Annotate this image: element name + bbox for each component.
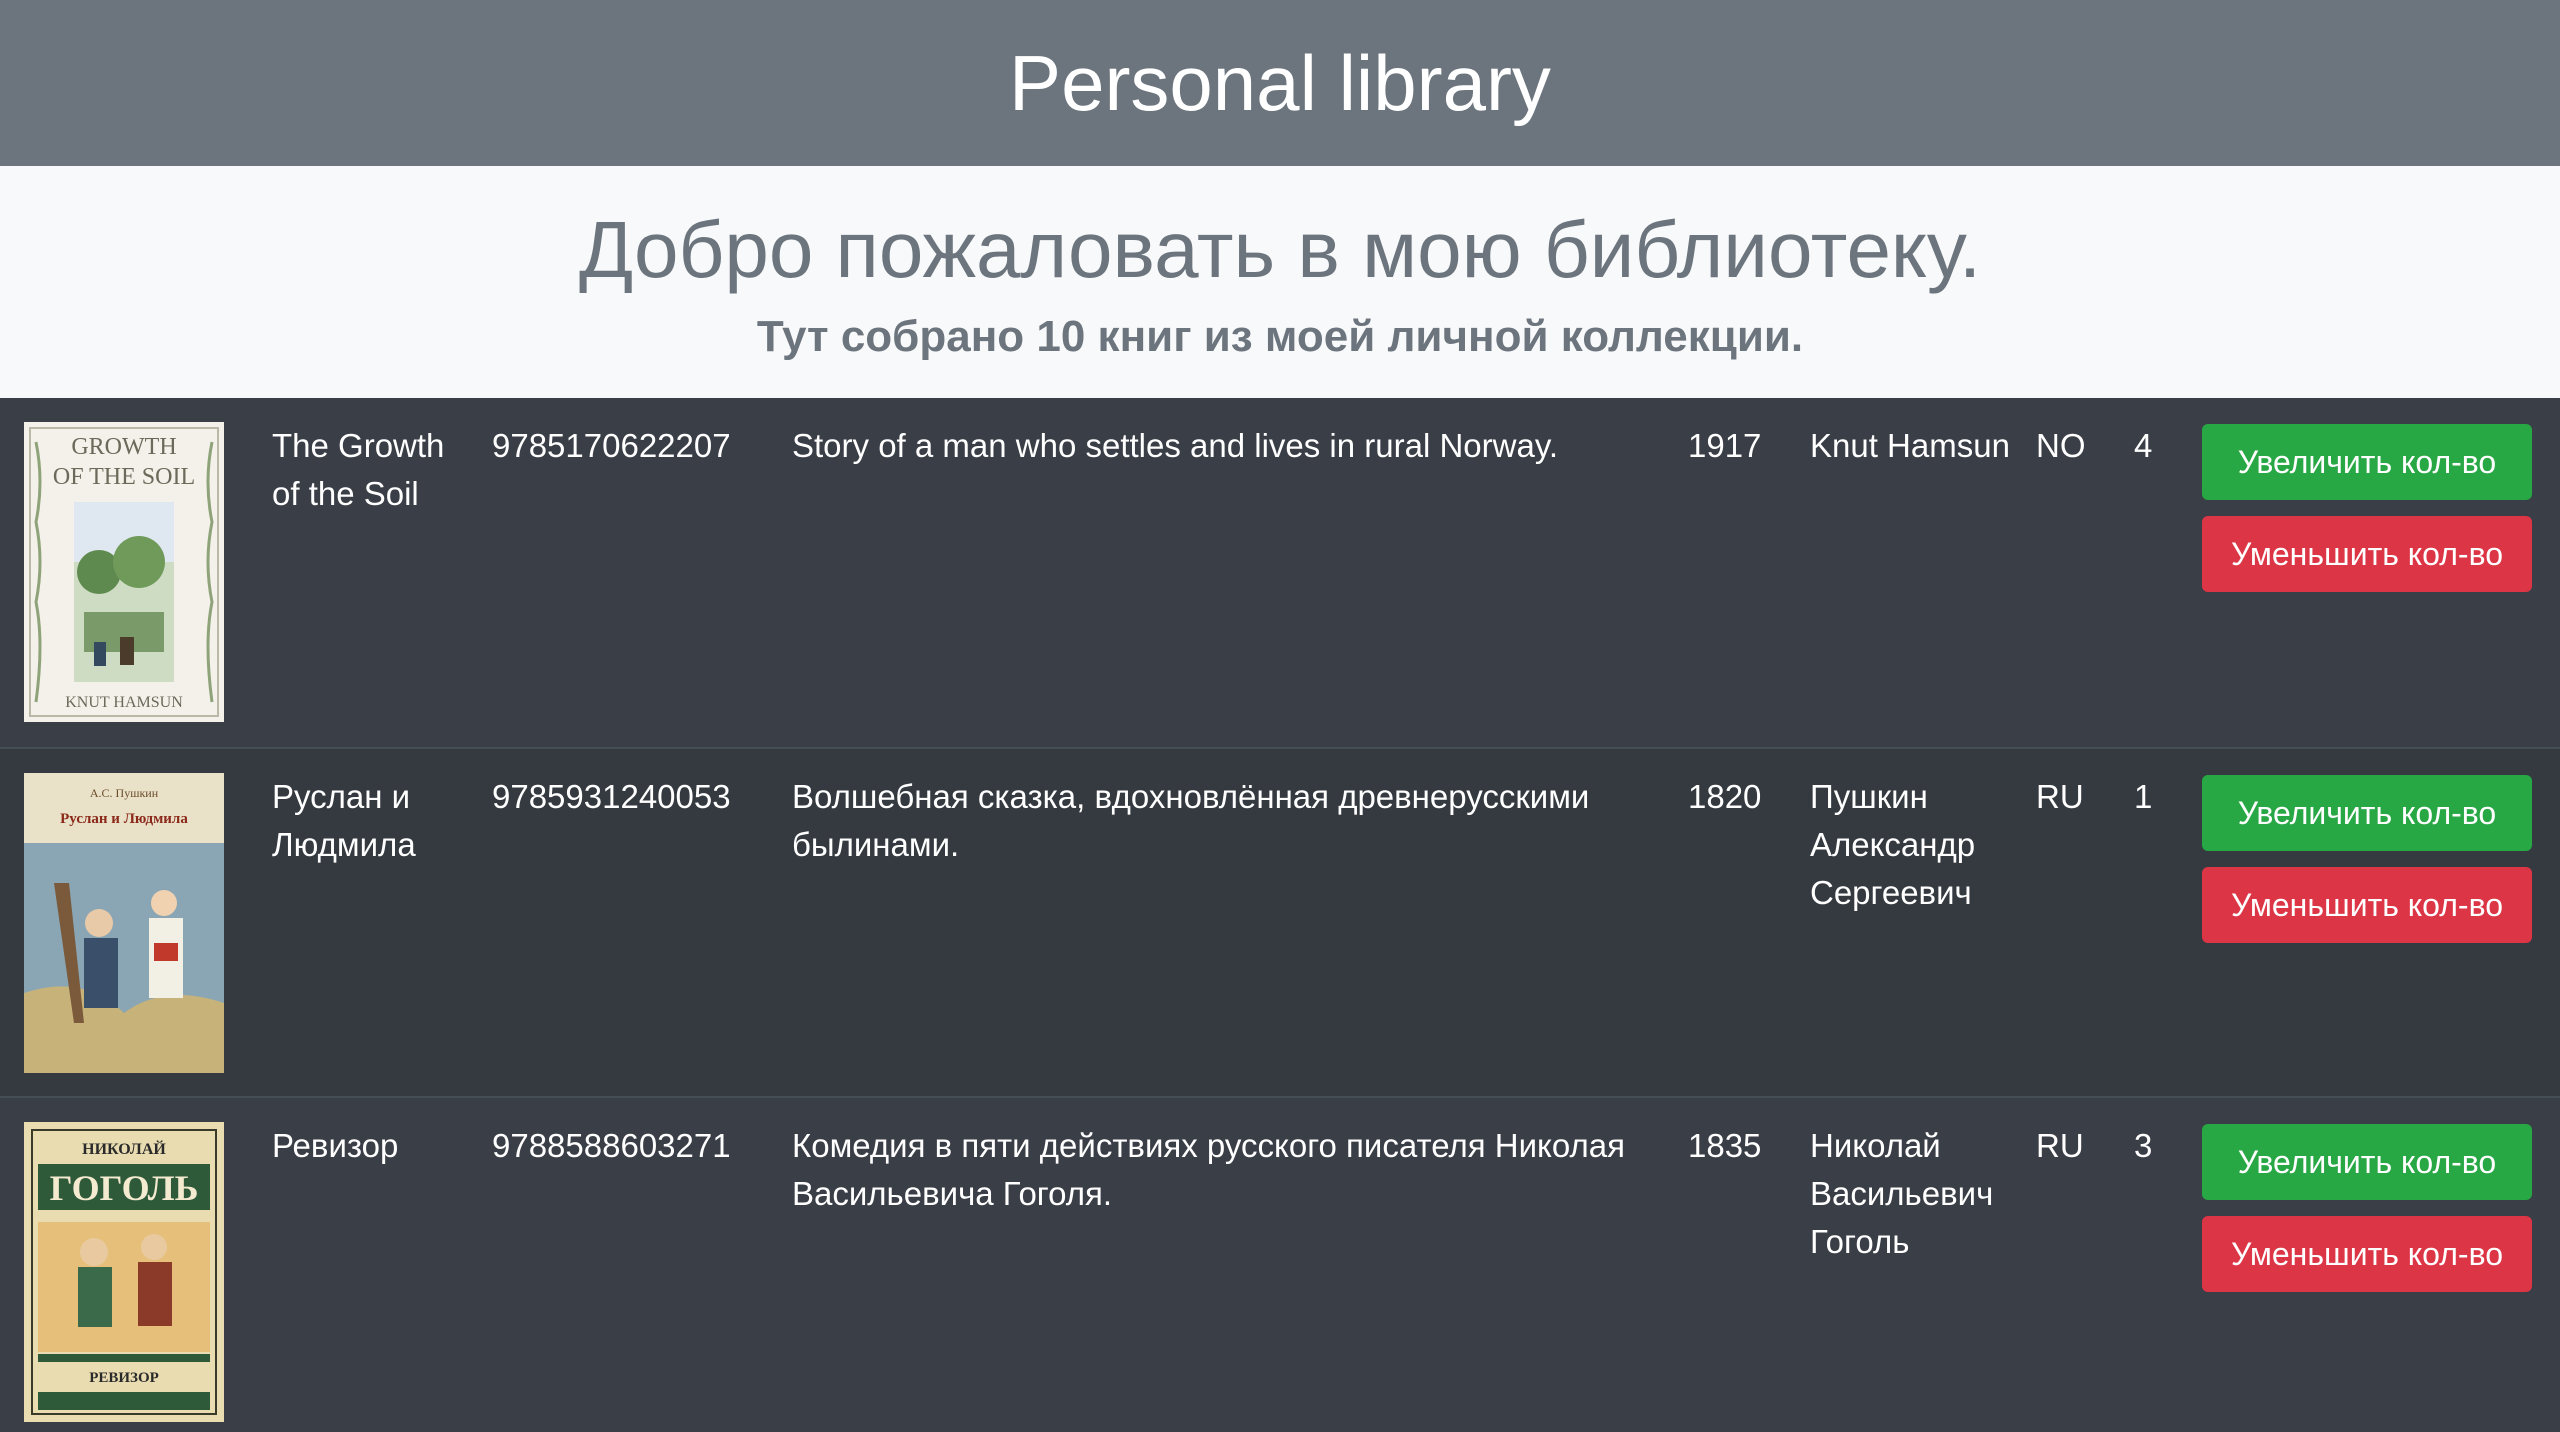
book-quantity: 3 <box>2134 1127 2153 1164</box>
book-cover-image: А.С. Пушкин Руслан и Людмила <box>24 773 224 1073</box>
svg-text:НИКОЛАЙ: НИКОЛАЙ <box>82 1139 166 1158</box>
svg-text:OF THE SOIL: OF THE SOIL <box>53 464 195 490</box>
decrease-quantity-button[interactable]: Уменьшить кол-во <box>2202 1216 2532 1292</box>
table-row: GROWTH OF THE SOIL KNUT HAMSUN The Growt… <box>0 398 2560 747</box>
navbar: Personal library <box>0 0 2560 166</box>
book-author: Николай Васильевич Гоголь <box>1810 1127 1994 1260</box>
book-description: Комедия в пяти действиях русского писате… <box>792 1127 1625 1212</box>
svg-text:ГОГОЛЬ: ГОГОЛЬ <box>50 1168 199 1208</box>
svg-text:GROWTH: GROWTH <box>71 434 176 460</box>
book-cover-image: GROWTH OF THE SOIL KNUT HAMSUN <box>24 422 224 722</box>
book-year: 1917 <box>1688 427 1762 464</box>
svg-text:А.С. Пушкин: А.С. Пушкин <box>90 786 159 800</box>
book-quantity: 1 <box>2134 778 2153 815</box>
svg-text:KNUT HAMSUN: KNUT HAMSUN <box>65 694 183 711</box>
book-description: Story of a man who settles and lives in … <box>792 427 1559 464</box>
svg-text:Руслан и Людмила: Руслан и Людмила <box>60 811 188 827</box>
quantity-controls: Увеличить кол-во Уменьшить кол-во <box>2202 1124 2532 1292</box>
increase-quantity-button[interactable]: Увеличить кол-во <box>2202 1124 2532 1200</box>
quantity-controls: Увеличить кол-во Уменьшить кол-во <box>2202 775 2532 943</box>
decrease-quantity-button[interactable]: Уменьшить кол-во <box>2202 867 2532 943</box>
book-title: Руслан и Людмила <box>272 778 416 863</box>
book-description: Волшебная сказка, вдохновлённая древнеру… <box>792 778 1590 863</box>
book-isbn: 9785931240053 <box>492 778 731 815</box>
book-author: Пушкин Александр Сергеевич <box>1810 778 1976 911</box>
book-country: RU <box>2036 778 2084 815</box>
table-row: НИКОЛАЙ ГОГОЛЬ РЕВИЗОР Ревизор 978858860… <box>0 1096 2560 1432</box>
book-title: The Growth of the Soil <box>272 427 445 512</box>
increase-quantity-button[interactable]: Увеличить кол-во <box>2202 424 2532 500</box>
book-country: NO <box>2036 427 2086 464</box>
decrease-quantity-button[interactable]: Уменьшить кол-во <box>2202 516 2532 592</box>
book-author: Knut Hamsun <box>1810 427 2010 464</box>
books-table: GROWTH OF THE SOIL KNUT HAMSUN The Growt… <box>0 398 2560 1432</box>
page-title: Personal library <box>1009 38 1551 127</box>
book-isbn: 9785170622207 <box>492 427 731 464</box>
book-year: 1835 <box>1688 1127 1762 1164</box>
svg-text:РЕВИЗОР: РЕВИЗОР <box>89 1370 159 1386</box>
quantity-controls: Увеличить кол-во Уменьшить кол-во <box>2202 424 2532 592</box>
book-isbn: 9788588603271 <box>492 1127 731 1164</box>
welcome-subheading: Тут собрано 10 книг из моей личной колле… <box>756 312 1804 361</box>
table-row: А.С. Пушкин Руслан и Людмила Руслан и Лю… <box>0 747 2560 1096</box>
welcome-banner: Добро пожаловать в мою библиотеку. Тут с… <box>0 166 2560 398</box>
book-quantity: 4 <box>2134 427 2153 464</box>
book-title: Ревизор <box>272 1127 399 1164</box>
book-country: RU <box>2036 1127 2084 1164</box>
welcome-heading: Добро пожаловать в мою библиотеку. <box>578 205 1982 294</box>
book-cover-image: НИКОЛАЙ ГОГОЛЬ РЕВИЗОР <box>24 1122 224 1422</box>
increase-quantity-button[interactable]: Увеличить кол-во <box>2202 775 2532 851</box>
book-year: 1820 <box>1688 778 1762 815</box>
